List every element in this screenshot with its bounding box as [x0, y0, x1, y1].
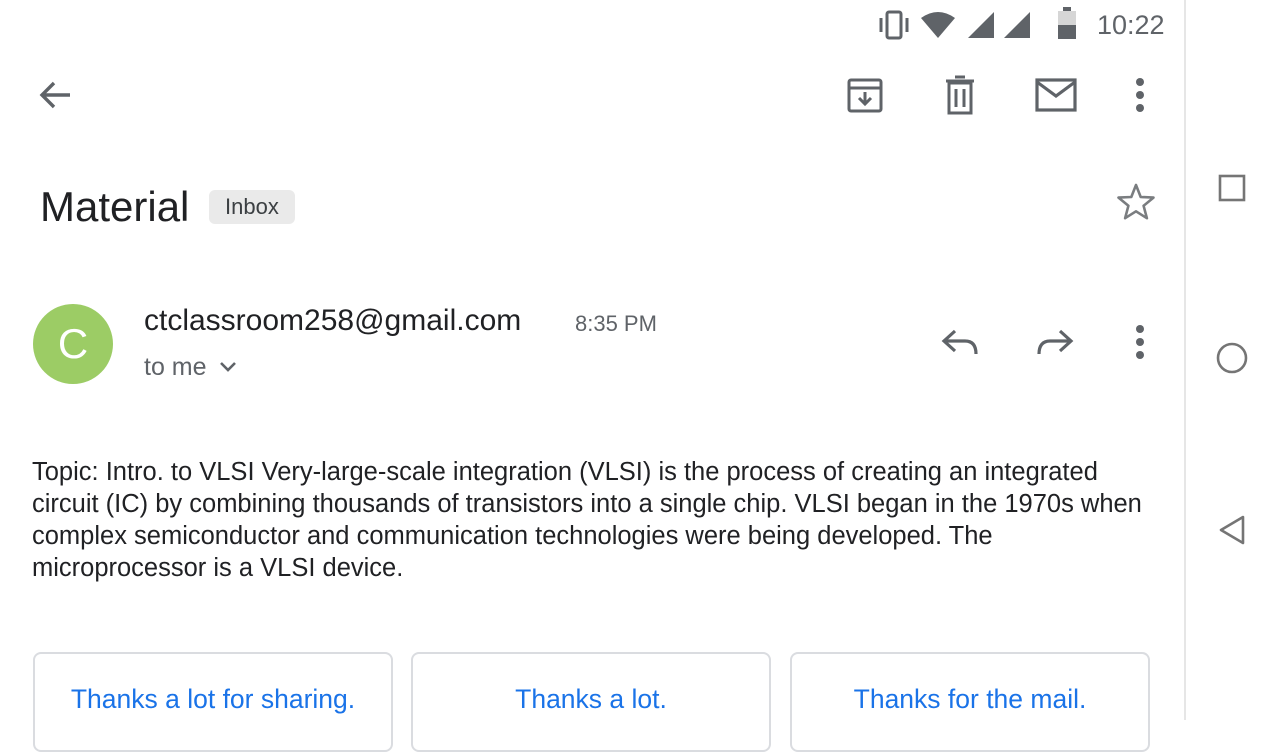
triangle-back-icon	[1217, 514, 1247, 551]
mark-unread-button[interactable]	[1030, 72, 1082, 122]
reply-icon	[941, 328, 979, 361]
square-icon	[1218, 174, 1246, 207]
recents-button[interactable]	[1206, 164, 1258, 216]
email-body: Topic: Intro. to VLSI Very-large-scale i…	[32, 458, 1142, 582]
mail-icon	[1035, 77, 1077, 117]
circle-icon	[1215, 341, 1249, 380]
star-icon	[1116, 182, 1156, 227]
signal-icon	[968, 12, 996, 38]
battery-icon	[1056, 6, 1078, 40]
smart-reply-button[interactable]: Thanks a lot.	[411, 652, 771, 752]
chevron-down-icon	[219, 361, 237, 373]
sent-time: 8:35 PM	[575, 311, 657, 336]
smart-reply-button[interactable]: Thanks for the mail.	[790, 652, 1150, 752]
home-button[interactable]	[1206, 334, 1258, 386]
status-time: 10:22	[1097, 10, 1165, 40]
archive-icon	[846, 76, 884, 119]
vibrate-icon	[876, 8, 912, 42]
arrow-back-icon	[37, 77, 73, 118]
reply-button[interactable]	[935, 322, 985, 366]
archive-button[interactable]	[840, 72, 890, 122]
sender-email: ctclassroom258@gmail.com	[144, 304, 522, 337]
email-view: 10:22 Material Inbox C ctclassroom258@gm…	[0, 0, 1184, 752]
more-vert-icon	[1135, 324, 1145, 365]
delete-button[interactable]	[935, 72, 985, 122]
back-button[interactable]	[30, 72, 80, 122]
star-button[interactable]	[1112, 180, 1160, 228]
more-options-button[interactable]	[1118, 72, 1162, 122]
more-vert-icon	[1135, 77, 1145, 118]
back-nav-button[interactable]	[1206, 506, 1258, 558]
recipient-label: to me	[144, 353, 207, 381]
signal-icon	[1004, 12, 1032, 38]
wifi-icon	[920, 10, 956, 40]
email-subject: Material	[40, 183, 190, 230]
message-more-button[interactable]	[1118, 322, 1162, 366]
delete-icon	[942, 75, 978, 120]
sender-avatar[interactable]: C	[33, 304, 113, 384]
forward-icon	[1036, 328, 1074, 361]
inbox-label-chip[interactable]: Inbox	[209, 190, 295, 224]
smart-reply-button[interactable]: Thanks a lot for sharing.	[33, 652, 393, 752]
system-navigation-bar	[1184, 0, 1280, 720]
forward-button[interactable]	[1030, 322, 1080, 366]
recipient-details-toggle[interactable]: to me	[144, 352, 237, 382]
